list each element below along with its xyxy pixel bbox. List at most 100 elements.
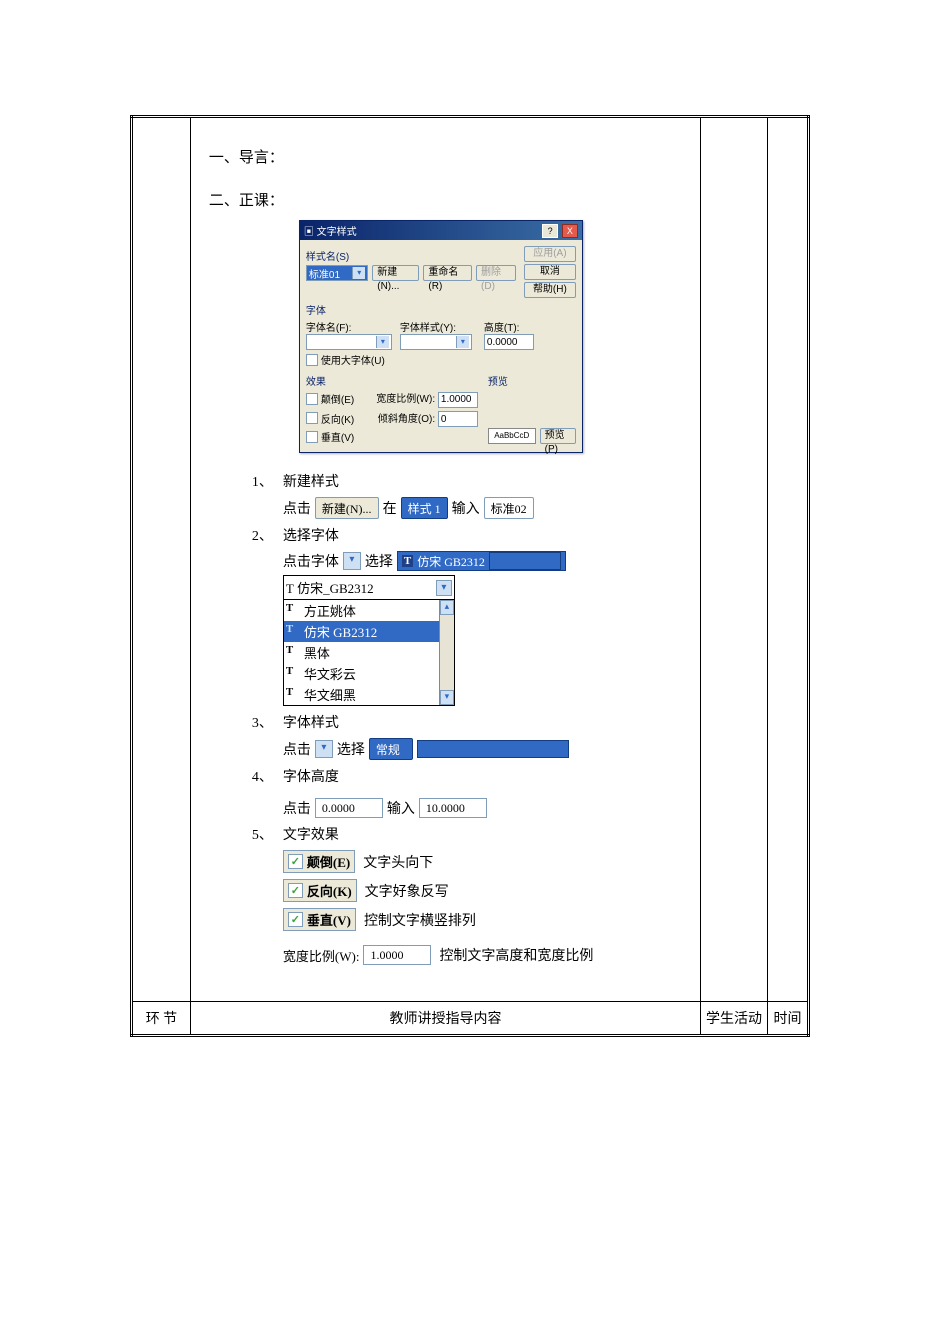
step-2: 2、 选择字体 点击字体 ▾ 选择 T 仿宋 GB2312: [231, 525, 682, 706]
font-combo-current: 仿宋_GB2312: [297, 581, 374, 596]
fontname-combo[interactable]: ▾: [306, 334, 392, 350]
font-selected-img[interactable]: T 仿宋 GB2312: [397, 551, 566, 571]
font-option[interactable]: T华文彩云: [284, 663, 454, 684]
dialog-titlebar[interactable]: ▣ 文字样式 ? X: [300, 221, 582, 240]
scroll-up-icon[interactable]: ▴: [440, 600, 454, 615]
chevron-down-icon[interactable]: ▾: [343, 552, 361, 570]
chevron-down-icon[interactable]: ▾: [315, 740, 333, 758]
preview-button[interactable]: 预览(P): [540, 428, 576, 444]
step-number: 5、: [231, 824, 283, 965]
scroll-down-icon[interactable]: ▾: [440, 690, 454, 705]
bigfont-checkbox[interactable]: 使用大字体(U): [306, 352, 385, 367]
font-dropdown-list[interactable]: T 仿宋_GB2312 ▾ T方正姚体 T仿宋 GB2312 T黑体 T华文彩云…: [283, 575, 455, 706]
font-option-label: 黑体: [304, 646, 330, 661]
widthratio-label: 宽度比例(W):: [376, 394, 435, 405]
text: 选择: [365, 551, 393, 571]
group-stylename: 样式名(S): [306, 248, 516, 263]
group-effect: 效果: [306, 373, 478, 388]
step-4: 4、 字体高度 点击 0.0000 输入 10.0000: [231, 766, 682, 818]
text: 点击: [283, 739, 311, 759]
font-option[interactable]: T方正姚体: [284, 600, 454, 621]
close-icon[interactable]: X: [562, 224, 578, 238]
upside-check-img[interactable]: ✓颠倒(E): [283, 850, 355, 873]
step-5: 5、 文字效果 ✓颠倒(E) 文字头向下 ✓反向(K) 文字好象反写: [231, 824, 682, 965]
font-option-selected[interactable]: T仿宋 GB2312: [284, 621, 454, 642]
vertical-checkbox[interactable]: 垂直(V): [306, 429, 354, 444]
check-label: 反向(K): [307, 881, 352, 900]
height-after-input[interactable]: 10.0000: [419, 798, 487, 818]
widthratio-label-img: 宽度比例(W):: [283, 946, 360, 965]
chevron-down-icon[interactable]: ▾: [352, 267, 365, 279]
new-button[interactable]: 新建(N)...: [372, 265, 419, 281]
angle-input[interactable]: 0: [438, 411, 478, 427]
upside-checkbox[interactable]: 颠倒(E): [306, 391, 354, 406]
rename-button[interactable]: 重命名(R): [423, 265, 472, 281]
dialog-title-text: 文字样式: [317, 227, 357, 238]
step-number: 3、: [231, 712, 283, 760]
height-before-input[interactable]: 0.0000: [315, 798, 383, 818]
vertical-check-img[interactable]: ✓垂直(V): [283, 908, 356, 931]
angle-label: 倾斜角度(O):: [378, 414, 435, 425]
reverse-check-img[interactable]: ✓反向(K): [283, 879, 357, 902]
time-cell: [767, 117, 808, 1002]
student-activity-cell: [701, 117, 768, 1002]
widthratio-input[interactable]: 1.0000: [438, 392, 478, 408]
scrollbar[interactable]: ▴ ▾: [439, 600, 454, 705]
lesson-table: 一、导言： 二、正课： ▣ 文字样式 ? X: [130, 115, 810, 1037]
font-option[interactable]: T黑体: [284, 642, 454, 663]
height-input[interactable]: 0.0000: [484, 334, 534, 350]
reverse-checkbox[interactable]: 反向(K): [306, 411, 354, 426]
preview-box: AaBbCcD: [488, 428, 536, 444]
step-number: 4、: [231, 766, 283, 818]
font-option-label: 华文细黑: [304, 688, 356, 703]
fontstyle-value-img[interactable]: 常规: [369, 738, 413, 760]
group-preview: 预览: [488, 373, 576, 388]
footer-col2: 教师讲授指导内容: [190, 1002, 700, 1036]
footer-col4: 时间: [767, 1002, 808, 1036]
step-title: 选择字体: [283, 525, 682, 545]
bigfont-label: 使用大字体(U): [321, 352, 385, 367]
step-title: 新建样式: [283, 471, 682, 491]
text-style-dialog: ▣ 文字样式 ? X 样式名(S): [299, 220, 583, 453]
vertical-label: 垂直(V): [321, 429, 354, 444]
cancel-button[interactable]: 取消: [524, 264, 576, 280]
chevron-down-icon[interactable]: ▾: [436, 580, 452, 596]
upside-label: 颠倒(E): [321, 391, 354, 406]
step-title: 文字效果: [283, 824, 682, 844]
help-icon[interactable]: ?: [542, 224, 558, 238]
dialog-title-icon: ▣ 文字样式: [304, 223, 357, 238]
delete-button[interactable]: 删除(D): [476, 265, 516, 281]
step-number: 2、: [231, 525, 283, 706]
step-number: 1、: [231, 471, 283, 519]
stylename-combo[interactable]: 标准01 ▾: [306, 265, 368, 281]
text: 输入: [452, 498, 480, 518]
new-style-button-img[interactable]: 新建(N)...: [315, 497, 379, 519]
font-selected-text: 仿宋 GB2312: [417, 553, 485, 570]
chevron-down-icon[interactable]: ▾: [456, 336, 469, 348]
note: 文字头向下: [363, 852, 433, 872]
std02-field-img[interactable]: 标准02: [484, 497, 534, 519]
reverse-label: 反向(K): [321, 411, 354, 426]
widthratio-input-img[interactable]: 1.0000: [363, 945, 431, 965]
left-empty-cell: [132, 117, 191, 1002]
blue-bar: [417, 740, 569, 758]
fontstyle-combo[interactable]: ▾: [400, 334, 472, 350]
document-page: 一、导言： 二、正课： ▣ 文字样式 ? X: [0, 0, 950, 1344]
help-button[interactable]: 帮助(H): [524, 282, 576, 298]
stylename-value: 标准01: [309, 266, 340, 281]
note: 文字好象反写: [365, 881, 449, 901]
apply-button[interactable]: 应用(A): [524, 246, 576, 262]
font-option-label: 华文彩云: [304, 667, 356, 682]
check-label: 垂直(V): [307, 910, 351, 929]
step-1: 1、 新建样式 点击 新建(N)... 在 样式 1 输入 标准02: [231, 471, 682, 519]
footer-col1: 环 节: [132, 1002, 191, 1036]
note: 控制文字高度和宽度比例: [439, 945, 593, 965]
note: 控制文字横竖排列: [364, 910, 476, 930]
step-title: 字体高度: [283, 766, 682, 786]
heading-intro: 一、导言：: [209, 146, 682, 167]
font-option[interactable]: T华文细黑: [284, 684, 454, 705]
font-option-label: 仿宋 GB2312: [304, 625, 377, 640]
chevron-down-icon[interactable]: ▾: [376, 336, 389, 348]
label-height: 高度(T):: [484, 319, 544, 334]
style1-field-img[interactable]: 样式 1: [401, 497, 448, 519]
